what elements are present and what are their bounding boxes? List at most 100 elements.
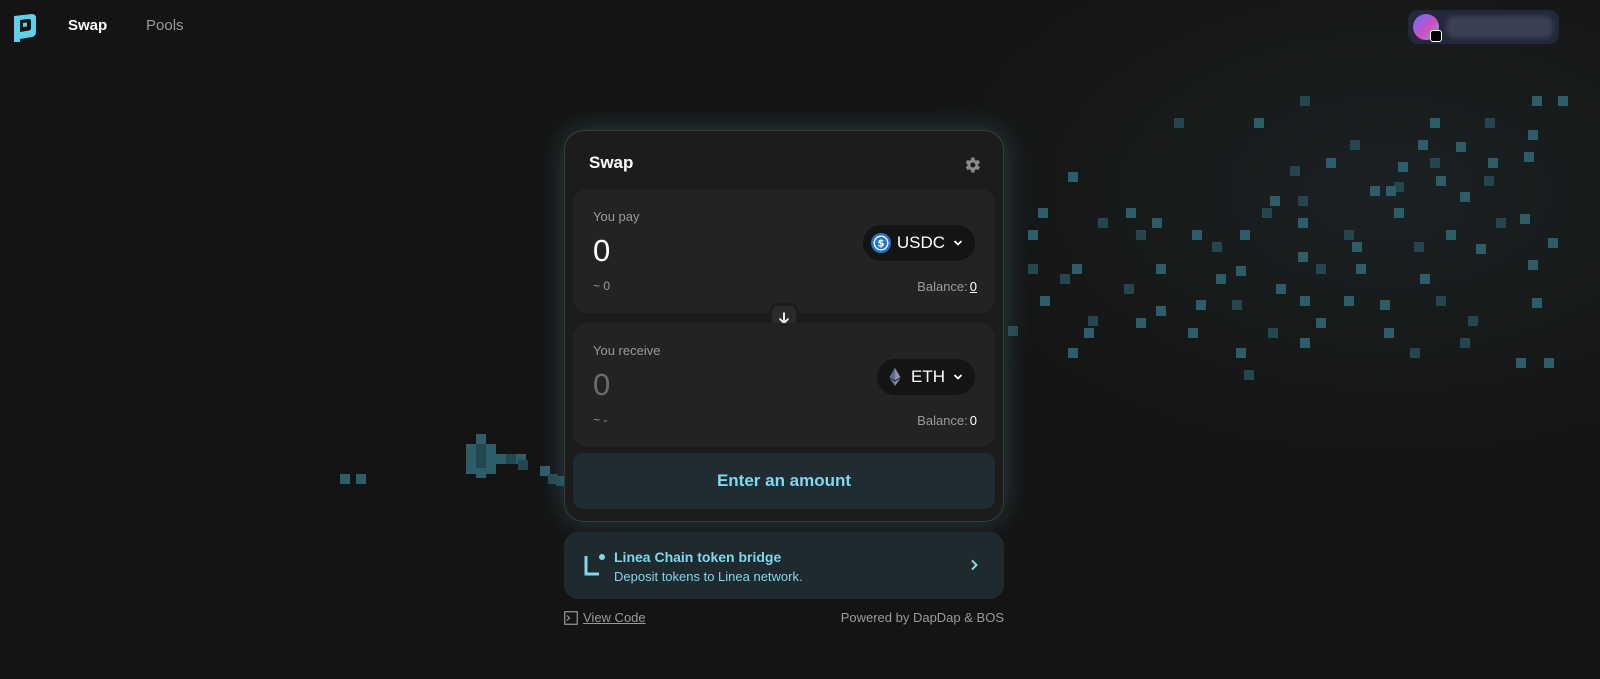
pay-panel: You pay ~ 0 $ USDC Balance:0 [573, 189, 995, 313]
background-pixel [1040, 296, 1050, 306]
background-pixel [1276, 284, 1286, 294]
pay-label: You pay [593, 209, 640, 224]
top-navigation-bar: Swap Pools [0, 0, 1600, 52]
background-pixel [1268, 328, 1278, 338]
background-pixel [1196, 300, 1206, 310]
background-pixel [518, 460, 528, 470]
receive-usd-value: ~ - [593, 413, 608, 427]
background-pixel [1270, 196, 1280, 206]
background-pixel [1420, 274, 1430, 284]
background-pixel [1520, 214, 1530, 224]
background-pixel [1124, 284, 1134, 294]
powered-by-text: Powered by DapDap & BOS [840, 610, 1004, 625]
background-pixel [1344, 230, 1354, 240]
enter-amount-button[interactable]: Enter an amount [573, 453, 995, 509]
background-pixel [1394, 208, 1404, 218]
background-pixel [476, 464, 486, 474]
wallet-account-button[interactable] [1408, 10, 1559, 44]
background-pixel [1156, 306, 1166, 316]
nav-pools-link[interactable]: Pools [146, 17, 184, 34]
wallet-address-redacted [1446, 16, 1553, 38]
receive-balance-label: Balance: [917, 413, 968, 428]
background-pixel [1316, 318, 1326, 328]
background-pixel [1532, 298, 1542, 308]
background-pixel [1418, 140, 1428, 150]
background-pixel [1244, 370, 1254, 380]
dapdap-logo-icon[interactable] [10, 12, 38, 42]
background-pixel [1084, 328, 1094, 338]
background-pixel [496, 454, 506, 464]
background-pixel [340, 474, 350, 484]
background-pixel [1326, 158, 1336, 168]
background-pixel [1370, 186, 1380, 196]
chevron-right-icon [971, 559, 978, 571]
background-pixel [1488, 158, 1498, 168]
background-pixel [1524, 152, 1534, 162]
background-pixel [1460, 192, 1470, 202]
background-pixel [476, 444, 486, 454]
background-pixel [466, 454, 476, 464]
background-pixel [1028, 230, 1038, 240]
eth-token-icon [889, 368, 901, 386]
background-pixel [1038, 208, 1048, 218]
view-code-label: View Code [583, 610, 646, 625]
background-pixel [1460, 338, 1470, 348]
background-pixel [1072, 264, 1082, 274]
background-pixel [1008, 326, 1018, 336]
background-pixel [1298, 252, 1308, 262]
background-pixel [516, 454, 526, 464]
background-pixel [1126, 208, 1136, 218]
background-pixel [1236, 348, 1246, 358]
background-pixel [1532, 96, 1542, 106]
background-pixel [1298, 196, 1308, 206]
background-pixel [1136, 230, 1146, 240]
background-pixel [1300, 96, 1310, 106]
background-pixel [1446, 230, 1456, 240]
background-glow [900, 0, 1600, 480]
usdc-token-icon: $ [870, 233, 891, 253]
receive-token-symbol: ETH [911, 367, 945, 386]
receive-amount-input[interactable] [593, 367, 813, 403]
background-pixel [1414, 242, 1424, 252]
pay-balance-max-link[interactable]: 0 [970, 279, 977, 294]
background-pixel [1188, 328, 1198, 338]
background-pixel [1232, 300, 1242, 310]
linea-bridge-banner[interactable]: Linea Chain token bridge Deposit tokens … [564, 532, 1004, 599]
chevron-down-icon [953, 374, 963, 380]
background-pixel [1380, 300, 1390, 310]
background-pixel [466, 464, 476, 474]
background-pixel [1394, 182, 1404, 192]
pay-balance: Balance: 0 [917, 279, 977, 294]
receive-label: You receive [593, 343, 661, 358]
background-pixel [1468, 316, 1478, 326]
bridge-subtitle: Deposit tokens to Linea network. [614, 569, 803, 584]
swap-card: Swap You pay ~ 0 $ USDC Balance:0 [564, 130, 1004, 522]
background-pixel [486, 454, 496, 464]
pay-amount-input[interactable] [593, 233, 813, 269]
background-pixel [1240, 230, 1250, 240]
background-pixel [1410, 348, 1420, 358]
background-pixel [1350, 140, 1360, 150]
background-pixel [1262, 208, 1272, 218]
background-pixel [1344, 296, 1354, 306]
gear-icon[interactable] [962, 155, 982, 175]
receive-token-selector[interactable]: ETH [877, 359, 975, 395]
background-pixel [1298, 218, 1308, 228]
background-pixel [1254, 118, 1264, 128]
background-pixel [1136, 318, 1146, 328]
swap-card-title: Swap [589, 153, 634, 172]
background-pixel [1436, 176, 1446, 186]
receive-balance-value: 0 [969, 413, 977, 428]
background-pixel [1098, 218, 1108, 228]
background-pixel [1544, 358, 1554, 368]
background-pixel [1088, 316, 1098, 326]
background-pixel [1384, 328, 1394, 338]
nav-swap-link[interactable]: Swap [68, 17, 107, 34]
background-pixel [1558, 96, 1568, 106]
view-code-link[interactable]: View Code [564, 610, 646, 625]
background-pixel [1485, 118, 1495, 128]
background-pixel [1398, 162, 1408, 172]
pay-token-selector[interactable]: $ USDC [862, 225, 975, 261]
background-pixel [476, 454, 486, 464]
background-pixel [1430, 118, 1440, 128]
